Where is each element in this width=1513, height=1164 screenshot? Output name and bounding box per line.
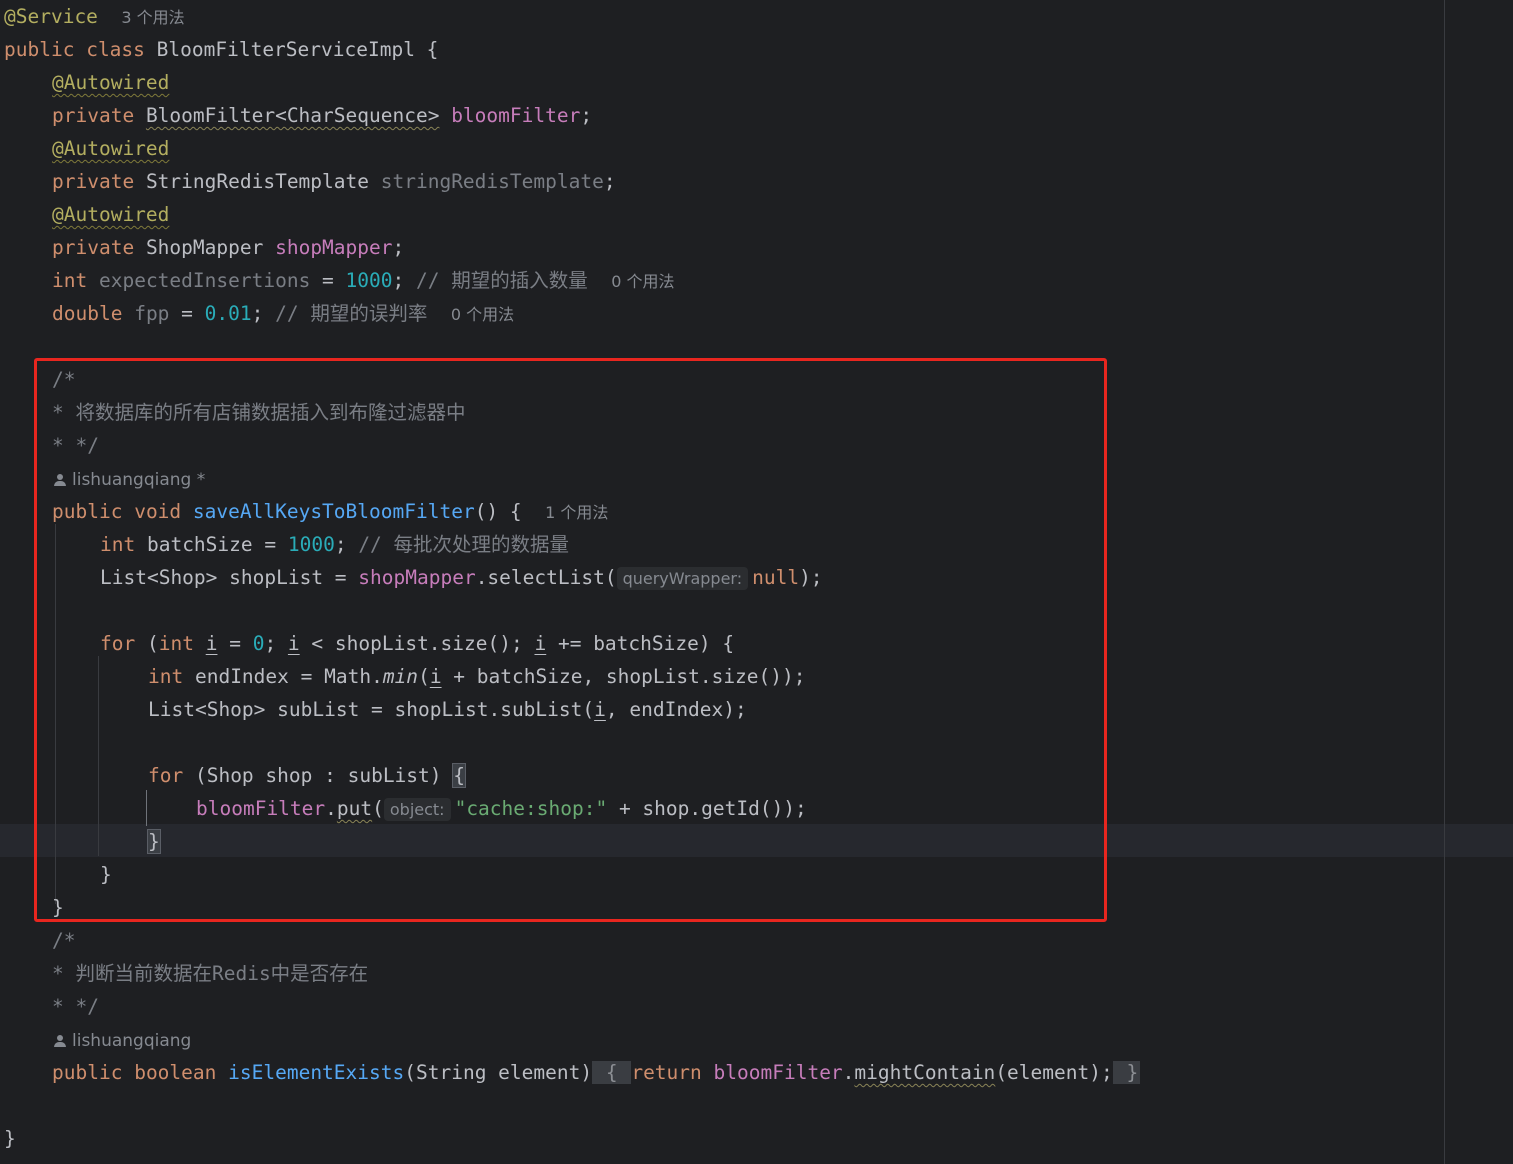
field-name-unused: expectedInsertions [98,269,311,292]
code-line[interactable]: private ShopMapper shopMapper; [52,231,404,264]
keyword: private [52,236,135,259]
folded-region-open[interactable]: { [592,1061,632,1084]
field-name: bloomFilter [713,1061,843,1084]
code-line[interactable]: private BloomFilter<CharSequence> bloomF… [52,99,592,132]
punctuation: ; [251,302,276,325]
right-margin-guide [1444,0,1445,1164]
parameter-list: (String element) [404,1061,593,1084]
code-line[interactable]: @Autowired [52,66,169,99]
comment: // 期望的误判率 [275,302,428,325]
annotation: @Autowired [52,71,170,94]
highlight-box [34,358,1107,922]
usages-hint[interactable]: 3 个用法 [121,8,184,27]
code-line[interactable]: * */ [52,990,99,1023]
punctuation: ; [392,236,405,259]
punctuation: } [4,1127,16,1150]
code-line[interactable]: /* [52,924,75,957]
type-name: BloomFilter<CharSequence> [145,104,440,127]
comment: * */ [52,995,99,1018]
keyword: public [52,1061,123,1084]
punctuation: ; [580,104,593,127]
field-name: shopMapper [275,236,393,259]
method-call: mightContain [854,1061,996,1084]
annotation: @Autowired [52,137,170,160]
comment: * 判断当前数据在Redis中是否存在 [52,962,369,985]
operator: = [169,302,205,325]
field-name: bloomFilter [451,104,581,127]
keyword: public [4,38,75,61]
type-name: ShopMapper [145,236,264,259]
code-line[interactable]: * 判断当前数据在Redis中是否存在 [52,957,368,990]
keyword: double [52,302,123,325]
keyword: boolean [134,1061,217,1084]
code-line[interactable]: @Autowired [52,132,169,165]
field-name-unused: stringRedisTemplate [380,170,604,193]
keyword: class [86,38,145,61]
comment: // 期望的插入数量 [416,269,588,292]
code-line[interactable]: private StringRedisTemplate stringRedisT… [52,165,616,198]
code-text: . [842,1061,855,1084]
number-literal: 0.01 [204,302,252,325]
keyword: private [52,104,135,127]
punctuation: ; [392,269,416,292]
author-name: lishuangqiang [72,1031,192,1051]
field-name-unused: fpp [134,302,170,325]
number-literal: 1000 [345,269,393,292]
usages-hint[interactable]: 0 个用法 [611,272,674,291]
code-line[interactable]: public class BloomFilterServiceImpl { [4,33,438,66]
usages-hint[interactable]: 0 个用法 [451,305,514,324]
code-text: (element); [995,1061,1113,1084]
code-line[interactable]: public boolean isElementExists(String el… [52,1056,1141,1089]
person-icon [54,1035,66,1047]
keyword: return [631,1061,702,1084]
code-editor[interactable]: @Service 3 个用法 public class BloomFilterS… [0,0,1513,1164]
code-line[interactable]: @Service 3 个用法 [4,0,185,33]
folded-region-close[interactable]: } [1112,1061,1141,1084]
keyword: private [52,170,135,193]
method-name: isElementExists [228,1061,405,1084]
annotation: @Autowired [52,203,170,226]
comment: /* [52,929,76,952]
code-line[interactable]: @Autowired [52,198,169,231]
author-hint[interactable]: lishuangqiang [54,1023,191,1056]
punctuation: ; [603,170,616,193]
code-line[interactable]: double fpp = 0.01; // 期望的误判率 0 个用法 [52,297,514,330]
class-name: BloomFilterServiceImpl { [156,38,439,61]
keyword: int [52,269,88,292]
code-line[interactable]: } [4,1122,16,1155]
type-name: StringRedisTemplate [145,170,369,193]
operator: = [310,269,346,292]
annotation: @Service [4,5,98,28]
code-line[interactable]: int expectedInsertions = 1000; // 期望的插入数… [52,264,675,297]
